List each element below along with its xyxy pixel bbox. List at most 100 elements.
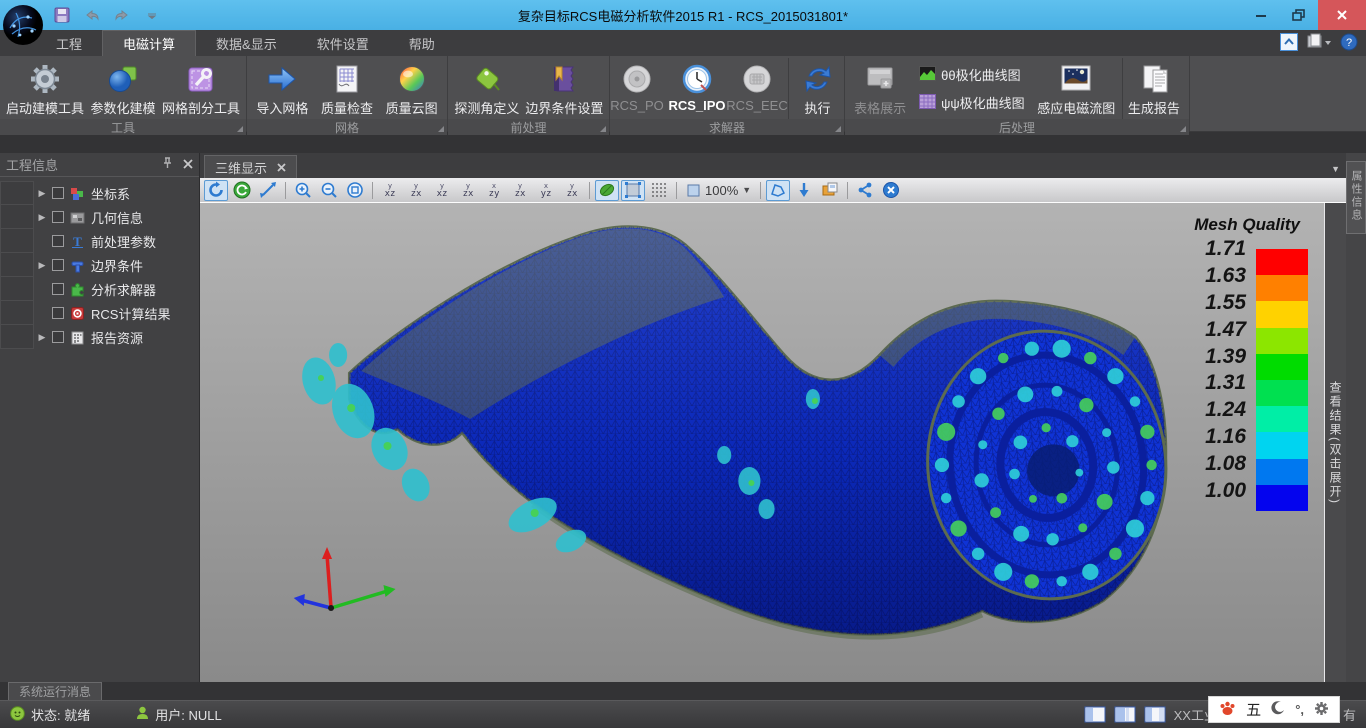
tab-overflow-icon[interactable]: ▼: [1331, 164, 1340, 174]
view-xz-button[interactable]: yxz: [378, 180, 402, 201]
induction-map-button[interactable]: 感应电磁流图: [1033, 58, 1120, 119]
pan-arrow-icon[interactable]: [256, 180, 280, 201]
theta-curve-button[interactable]: θθ极化曲线图: [919, 65, 1025, 84]
tree-item-report-resource[interactable]: ▶ 报告资源: [0, 325, 199, 349]
redo-icon[interactable]: [112, 5, 132, 25]
view-zy-button[interactable]: xzy: [482, 180, 506, 201]
restore-button[interactable]: [1280, 0, 1318, 30]
share-nodes-icon[interactable]: [853, 180, 877, 201]
qat-more-icon[interactable]: [142, 5, 162, 25]
mesh-tool-button[interactable]: 网格剖分工具: [160, 58, 242, 119]
viewport-3d[interactable]: Mesh Quality 1.711.631.551.471.391.311.2…: [200, 203, 1324, 682]
legend-band: [1256, 354, 1308, 380]
view-yz-button[interactable]: xyz: [534, 180, 558, 201]
legend-band: [1256, 459, 1308, 485]
quality-cloud-button[interactable]: 质量云图: [380, 58, 443, 119]
rcs-eec-button[interactable]: RCS_EEC: [728, 58, 786, 119]
zoom-fit-icon[interactable]: [343, 180, 367, 201]
quick-access-toolbar: [52, 5, 162, 25]
print-preview-icon[interactable]: [1306, 33, 1332, 54]
zoom-out-icon[interactable]: [317, 180, 341, 201]
table-show-button[interactable]: 表格展示: [849, 58, 911, 119]
boundary-cond-button[interactable]: 边界条件设置: [524, 58, 605, 119]
quality-check-button[interactable]: 质量检查: [316, 58, 379, 119]
view-zx-button[interactable]: yzx: [456, 180, 480, 201]
view-zx-button[interactable]: yzx: [404, 180, 428, 201]
ime-logo-paw-icon[interactable]: [1219, 700, 1236, 719]
ime-settings-gear-icon[interactable]: [1314, 701, 1329, 719]
points-grid-icon[interactable]: [647, 180, 671, 201]
layout-left-panel-icon[interactable]: [1084, 706, 1106, 723]
tree-checkbox[interactable]: [52, 331, 64, 343]
tree-checkbox[interactable]: [52, 283, 64, 295]
save-icon[interactable]: [52, 5, 72, 25]
probe-angle-button[interactable]: 探测角定义: [452, 58, 522, 119]
close-button[interactable]: [1318, 0, 1366, 30]
tab-data-display[interactable]: 数据&显示: [196, 30, 297, 56]
tab-em-compute[interactable]: 电磁计算: [102, 30, 196, 56]
ime-moon-icon[interactable]: [1271, 701, 1285, 718]
close-circle-icon[interactable]: [879, 180, 903, 201]
shaded-leaf-icon[interactable]: [595, 180, 619, 201]
rcs-po-button[interactable]: RCS_PO: [608, 58, 666, 119]
view-zx-button[interactable]: yzx: [560, 180, 584, 201]
tab-close-icon[interactable]: [277, 160, 286, 175]
app-logo-icon[interactable]: [2, 4, 44, 46]
ime-toolbar[interactable]: 五 °,: [1208, 696, 1340, 723]
collapse-ribbon-icon[interactable]: [1280, 33, 1298, 54]
import-mesh-button[interactable]: 导入网格: [251, 58, 314, 119]
zoom-level-control[interactable]: 100% ▼: [682, 183, 755, 198]
tree-item-boundary[interactable]: ▶ 边界条件: [0, 253, 199, 277]
psi-curve-button[interactable]: ψψ极化曲线图: [919, 93, 1025, 112]
tree-item-solver[interactable]: 分析求解器: [0, 277, 199, 301]
ribbon: 启动建模工具 参数化建模 网格剖分工具 工具: [0, 56, 1366, 132]
pin-icon[interactable]: [162, 157, 173, 172]
tab-help[interactable]: 帮助: [389, 30, 455, 56]
rotate-view-icon[interactable]: [204, 180, 228, 201]
ime-punctuation-icon[interactable]: °,: [1295, 702, 1304, 717]
orbit-icon[interactable]: [230, 180, 254, 201]
rcs-ipo-button[interactable]: RCS_IPO: [668, 58, 726, 119]
report-resource-icon: [69, 329, 85, 345]
undo-icon[interactable]: [82, 5, 102, 25]
view-zx-button[interactable]: yzx: [508, 180, 532, 201]
layout-split-panel-icon[interactable]: [1114, 706, 1136, 723]
tree-item-geometry[interactable]: ▶ 几何信息: [0, 205, 199, 229]
legend-band: [1256, 328, 1308, 354]
surface-icon[interactable]: [621, 180, 645, 201]
gen-report-button[interactable]: 生成报告: [1122, 58, 1185, 119]
photo-icon: [1058, 60, 1094, 98]
tree-item-coordsys[interactable]: ▶ 坐标系: [0, 181, 199, 205]
tree-checkbox[interactable]: [52, 211, 64, 223]
zoom-in-icon[interactable]: [291, 180, 315, 201]
expand-arrow-icon[interactable]: ▶: [34, 212, 50, 223]
tab-settings[interactable]: 软件设置: [297, 30, 389, 56]
execute-button[interactable]: 执行: [788, 58, 846, 119]
tree-checkbox[interactable]: [52, 259, 64, 271]
expand-arrow-icon[interactable]: ▶: [34, 188, 50, 199]
property-info-tab[interactable]: 属性信息: [1346, 161, 1366, 234]
minimize-button[interactable]: [1242, 0, 1280, 30]
ribbon-group-label: 工具: [0, 119, 246, 135]
layers-folder-icon[interactable]: [818, 180, 842, 201]
param-model-button[interactable]: 参数化建模: [88, 58, 158, 119]
clip-polygon-icon[interactable]: [766, 180, 790, 201]
ime-wubi-mode[interactable]: 五: [1246, 699, 1261, 720]
results-collapsed-bar[interactable]: 查看结果(双击展开): [1324, 203, 1346, 682]
tree-checkbox[interactable]: [52, 235, 64, 247]
tab-3d-display[interactable]: 三维显示: [204, 155, 297, 178]
tree-item-preprocess-params[interactable]: T 前处理参数: [0, 229, 199, 253]
tree-checkbox[interactable]: [52, 187, 64, 199]
tab-project[interactable]: 工程: [36, 30, 102, 56]
expand-arrow-icon[interactable]: ▶: [34, 260, 50, 271]
view-xz-button[interactable]: yxz: [430, 180, 454, 201]
expand-arrow-icon[interactable]: ▶: [34, 332, 50, 343]
system-messages-tab[interactable]: 系统运行消息: [8, 682, 102, 700]
panel-close-icon[interactable]: [183, 157, 193, 172]
tree-item-rcs-results[interactable]: RCS计算结果: [0, 301, 199, 325]
tree-checkbox[interactable]: [52, 307, 64, 319]
drop-arrow-icon[interactable]: [792, 180, 816, 201]
layout-right-panel-icon[interactable]: [1144, 706, 1166, 723]
help-icon[interactable]: ?: [1340, 33, 1358, 54]
launch-modeler-button[interactable]: 启动建模工具: [4, 58, 86, 119]
